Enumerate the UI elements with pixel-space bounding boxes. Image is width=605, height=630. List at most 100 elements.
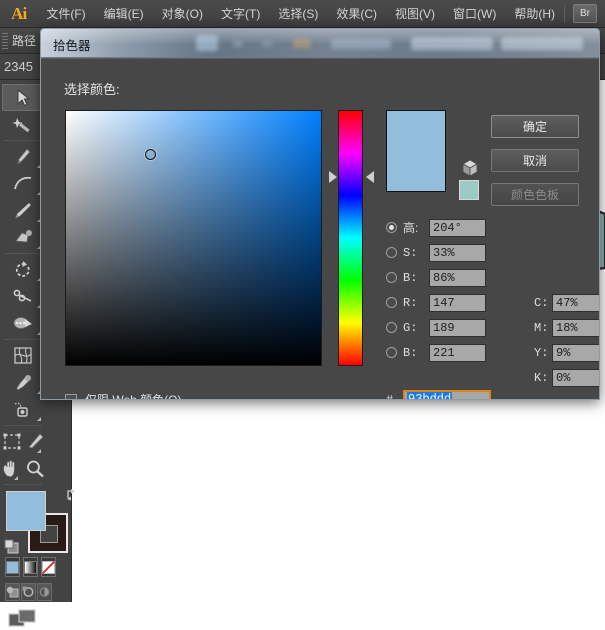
menu-file[interactable]: 文件(F) bbox=[37, 1, 94, 26]
color-mode-buttons[interactable] bbox=[5, 557, 56, 577]
hue-slider-handle-left[interactable] bbox=[329, 171, 337, 183]
color-mode-button[interactable] bbox=[5, 557, 20, 577]
hue-label: 高: bbox=[403, 221, 419, 235]
green-radio[interactable] bbox=[386, 322, 397, 333]
blue-field[interactable]: 221 bbox=[429, 343, 486, 362]
menu-select[interactable]: 选择(S) bbox=[269, 1, 327, 26]
cyan-field[interactable]: 47% bbox=[552, 293, 599, 312]
draw-inside-button[interactable] bbox=[37, 583, 52, 601]
none-mode-button[interactable] bbox=[41, 557, 56, 577]
slice-tool[interactable] bbox=[25, 428, 44, 455]
select-color-label: 选择颜色: bbox=[64, 82, 120, 97]
green-label: G: bbox=[403, 320, 418, 335]
swap-fill-stroke-icon[interactable] bbox=[66, 487, 82, 501]
menu-type[interactable]: 文字(T) bbox=[212, 1, 269, 26]
bridge-button[interactable]: Br bbox=[573, 4, 597, 23]
arrow-icon bbox=[17, 88, 30, 106]
yellow-field[interactable]: 9% bbox=[552, 343, 599, 362]
magic-wand-tool[interactable] bbox=[2, 111, 44, 138]
hue-slider[interactable] bbox=[338, 110, 363, 366]
tool-expand-corner bbox=[37, 417, 41, 421]
out-of-gamut-cube-icon[interactable] bbox=[460, 158, 480, 178]
mesh-icon bbox=[14, 347, 32, 364]
dialog-title-bar[interactable]: 拾色器 bbox=[41, 29, 599, 58]
draw-behind-button[interactable] bbox=[21, 583, 36, 601]
draw-behind-icon bbox=[22, 586, 34, 597]
default-fill-stroke-icon[interactable] bbox=[4, 539, 20, 555]
none-mode-icon bbox=[42, 560, 55, 574]
menu-edit[interactable]: 编辑(E) bbox=[95, 1, 153, 26]
hue-slider-handle-right[interactable] bbox=[366, 171, 374, 183]
draw-mode-buttons[interactable] bbox=[5, 583, 52, 601]
saturation-label: S: bbox=[403, 245, 418, 260]
color-picker-dialog[interactable]: 拾色器 选择颜色: 确定 取消 颜色色板 高: 204° S: 33% B: 8… bbox=[40, 28, 600, 400]
saturation-radio[interactable] bbox=[386, 247, 397, 258]
hue-radio[interactable] bbox=[386, 222, 397, 233]
menu-window[interactable]: 窗口(W) bbox=[444, 1, 505, 26]
brightness-row: B: 86% bbox=[386, 267, 486, 288]
paintbrush-tool[interactable] bbox=[2, 197, 44, 224]
green-field[interactable]: 189 bbox=[429, 318, 486, 337]
hue-field[interactable]: 204° bbox=[429, 218, 486, 237]
control-bar-grip[interactable] bbox=[2, 32, 8, 49]
control-bar-label: 路径 bbox=[12, 34, 37, 48]
saturation-row: S: 33% bbox=[386, 242, 486, 263]
red-field[interactable]: 147 bbox=[429, 293, 486, 312]
color-field[interactable] bbox=[65, 110, 322, 366]
fill-stroke-swatches[interactable] bbox=[4, 489, 75, 555]
magenta-field[interactable]: 18% bbox=[552, 318, 599, 337]
width-tool[interactable] bbox=[2, 310, 44, 337]
blob-brush-icon bbox=[14, 230, 32, 243]
draw-normal-button[interactable] bbox=[5, 583, 20, 601]
hex-label: # bbox=[386, 392, 394, 400]
hex-row: # 93bddd bbox=[386, 390, 491, 400]
brightness-field[interactable]: 86% bbox=[429, 268, 486, 287]
black-row: K: 0% bbox=[534, 367, 599, 388]
menu-effect[interactable]: 效果(C) bbox=[327, 1, 386, 26]
eyedropper-icon bbox=[15, 373, 32, 391]
document-tab-label[interactable]: 2345 bbox=[0, 59, 33, 74]
blue-label: B: bbox=[403, 345, 418, 360]
black-field[interactable]: 0% bbox=[552, 368, 599, 387]
selection-tool[interactable] bbox=[2, 84, 44, 111]
brightness-radio[interactable] bbox=[386, 272, 397, 283]
blur-artifact bbox=[501, 37, 583, 50]
saturation-field[interactable]: 33% bbox=[429, 243, 486, 262]
blue-radio[interactable] bbox=[386, 347, 397, 358]
web-colors-only-checkbox[interactable] bbox=[65, 393, 77, 399]
yellow-label: Y: bbox=[534, 345, 549, 360]
color-field-marker[interactable] bbox=[145, 149, 156, 160]
curvature-tool[interactable] bbox=[2, 170, 44, 197]
black-label: K: bbox=[534, 370, 549, 385]
hand-tool[interactable] bbox=[2, 455, 21, 482]
draw-inside-icon bbox=[39, 587, 50, 597]
in-gamut-color-swatch[interactable] bbox=[459, 180, 479, 200]
screen-mode-button[interactable] bbox=[0, 609, 46, 629]
ok-button[interactable]: 确定 bbox=[491, 115, 579, 138]
fill-swatch[interactable] bbox=[6, 491, 46, 531]
artboard-icon bbox=[3, 433, 20, 450]
blend-tool[interactable] bbox=[2, 396, 44, 423]
web-colors-only-row[interactable]: 仅限 Web 颜色(O) bbox=[65, 391, 181, 399]
gradient-mode-button[interactable] bbox=[23, 557, 38, 577]
cancel-button[interactable]: 取消 bbox=[491, 149, 579, 172]
color-swatches-button[interactable]: 颜色色板 bbox=[491, 183, 579, 206]
zoom-tool[interactable] bbox=[25, 455, 44, 482]
pen-tool[interactable] bbox=[2, 143, 44, 170]
mesh-tool[interactable] bbox=[2, 342, 44, 369]
rotate-tool[interactable] bbox=[2, 256, 44, 283]
tool-expand-corner bbox=[37, 449, 41, 453]
hex-field[interactable]: 93bddd bbox=[403, 390, 491, 399]
red-radio[interactable] bbox=[386, 297, 397, 308]
blob-brush-tool[interactable] bbox=[2, 224, 44, 251]
eyedropper-tool[interactable] bbox=[2, 369, 44, 396]
artboard-tool[interactable] bbox=[2, 428, 21, 455]
magenta-label: M: bbox=[534, 320, 549, 335]
tool-expand-corner bbox=[14, 476, 18, 480]
menu-view[interactable]: 视图(V) bbox=[386, 1, 444, 26]
scale-tool[interactable] bbox=[2, 283, 44, 310]
tool-divider bbox=[4, 484, 42, 485]
menu-object[interactable]: 对象(O) bbox=[153, 1, 212, 26]
menu-help[interactable]: 帮助(H) bbox=[505, 1, 564, 26]
pen-icon bbox=[16, 147, 31, 164]
